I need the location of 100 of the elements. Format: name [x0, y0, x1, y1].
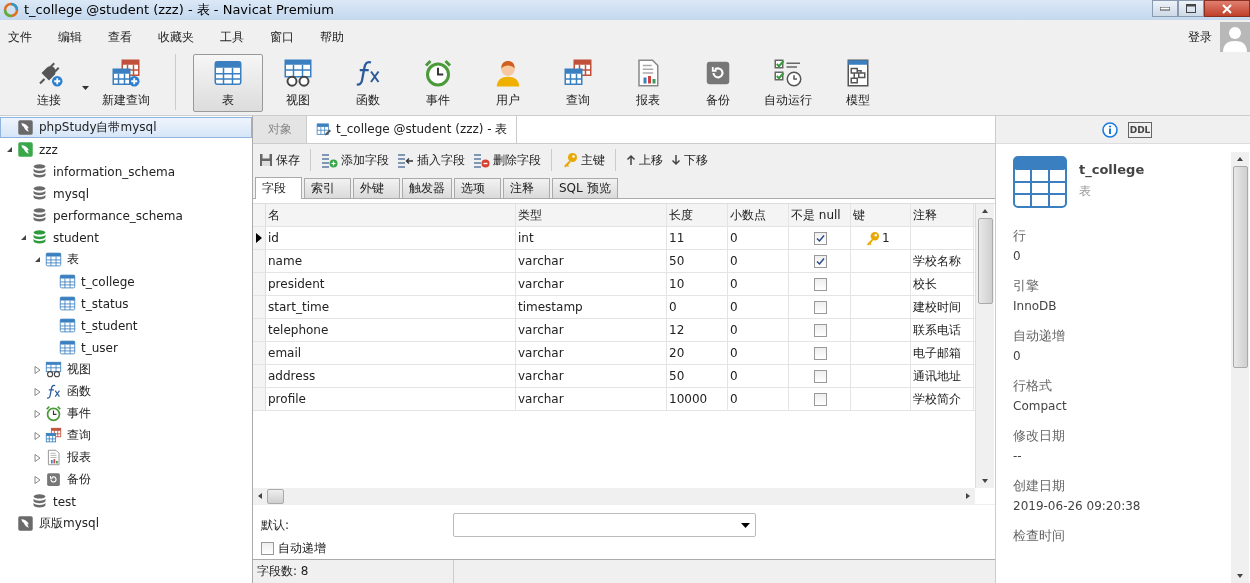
toolbar-button[interactable]: 主键	[562, 151, 605, 169]
document-tab[interactable]: t_college @student (zzz) - 表	[307, 116, 518, 143]
toolbar-button[interactable]: 添加字段	[321, 151, 389, 169]
tree-item[interactable]: phpStudy自带mysql	[0, 117, 252, 138]
toolbar-button[interactable]: 下移	[671, 151, 708, 169]
tree-item[interactable]: t_user	[42, 337, 252, 358]
tree-item[interactable]: 函数	[28, 381, 252, 402]
checkbox[interactable]	[814, 346, 827, 360]
tree-item[interactable]: information_schema	[14, 161, 252, 182]
checkbox[interactable]	[261, 542, 274, 555]
tree-item[interactable]: t_college	[42, 271, 252, 292]
column-header[interactable]: 键	[851, 204, 911, 226]
toolbar-button[interactable]: 自动运行	[753, 54, 823, 112]
toolbar-button[interactable]: 保存	[259, 151, 300, 169]
expand-arrow-icon[interactable]	[34, 453, 41, 462]
column-header[interactable]: 不是 null	[789, 204, 851, 226]
checkbox[interactable]	[814, 369, 827, 383]
collapse-arrow-icon[interactable]	[20, 234, 27, 241]
toolbar-button[interactable]: 用户	[473, 54, 543, 112]
tab[interactable]: 字段	[255, 177, 302, 199]
table-cell: 12	[667, 319, 728, 341]
tables-icon	[563, 57, 593, 88]
toolbar-button[interactable]: 查询	[543, 54, 613, 112]
table-cell: 0	[728, 273, 789, 295]
login-link[interactable]: 登录	[1188, 28, 1212, 46]
close-button[interactable]	[1204, 0, 1250, 17]
checkbox[interactable]	[814, 277, 827, 291]
menu-item[interactable]: 查看	[108, 28, 132, 46]
expand-arrow-icon[interactable]	[34, 409, 41, 418]
vertical-scrollbar[interactable]	[1231, 152, 1249, 583]
caret-icon[interactable]	[82, 86, 89, 90]
tab[interactable]: SQL 预览	[552, 178, 618, 198]
menu-item[interactable]: 编辑	[58, 28, 82, 46]
alarm-clock-icon	[45, 405, 62, 422]
tab[interactable]: 外键	[353, 178, 400, 198]
tree-item[interactable]: t_student	[42, 315, 252, 336]
horizontal-scrollbar[interactable]	[253, 488, 975, 504]
tree-item[interactable]: test	[14, 491, 252, 512]
maximize-button[interactable]	[1178, 0, 1204, 17]
toolbar-button[interactable]: 删除字段	[473, 151, 541, 169]
avatar-icon[interactable]	[1220, 22, 1250, 52]
tree-item[interactable]: 视图	[28, 359, 252, 380]
expand-arrow-icon[interactable]	[34, 475, 41, 484]
scroll-thumb[interactable]	[267, 488, 284, 504]
column-header[interactable]: 类型	[516, 204, 667, 226]
table-cell: 0	[728, 227, 789, 249]
tab[interactable]: 触发器	[402, 178, 452, 198]
scroll-thumb[interactable]	[977, 218, 993, 304]
ddl-tab[interactable]: DDL	[1127, 121, 1153, 138]
checkbox[interactable]	[814, 392, 827, 406]
row-header[interactable]	[253, 227, 266, 249]
column-header[interactable]: 注释	[911, 204, 974, 226]
checkbox[interactable]	[814, 231, 827, 245]
toolbar-button[interactable]: 连接	[14, 54, 84, 112]
checkbox[interactable]	[814, 300, 827, 314]
expand-arrow-icon[interactable]	[34, 431, 41, 440]
menu-item[interactable]: 收藏夹	[158, 28, 194, 46]
tree-item[interactable]: mysql	[14, 183, 252, 204]
toolbar-button[interactable]: 报表	[613, 54, 683, 112]
collapse-arrow-icon[interactable]	[6, 146, 13, 153]
table-cell: 20	[667, 342, 728, 364]
toolbar-button[interactable]: 视图	[263, 54, 333, 112]
column-header[interactable]: 小数点	[728, 204, 789, 226]
menu-item[interactable]: 窗口	[270, 28, 294, 46]
expand-arrow-icon[interactable]	[34, 387, 41, 396]
tree-item[interactable]: 事件	[28, 403, 252, 424]
toolbar-button[interactable]: 上移	[626, 151, 663, 169]
tree-item[interactable]: 备份	[28, 469, 252, 490]
tab[interactable]: 选项	[454, 178, 501, 198]
menu-item[interactable]: 工具	[220, 28, 244, 46]
default-dropdown[interactable]	[453, 513, 756, 537]
vertical-scrollbar[interactable]	[975, 204, 994, 488]
tree-item[interactable]: 原版mysql	[0, 513, 252, 534]
tree-item[interactable]: 查询	[28, 425, 252, 446]
toolbar-button[interactable]: 事件	[403, 54, 473, 112]
menu-item[interactable]: 帮助	[320, 28, 344, 46]
toolbar-button[interactable]: 表	[193, 54, 263, 112]
tree-item[interactable]: 表	[28, 249, 252, 270]
tree-item[interactable]: 报表	[28, 447, 252, 468]
toolbar-button[interactable]: 备份	[683, 54, 753, 112]
column-header[interactable]: 长度	[667, 204, 728, 226]
info-icon[interactable]	[1101, 121, 1118, 138]
scroll-thumb[interactable]	[1232, 166, 1248, 368]
tab[interactable]: 索引	[304, 178, 351, 198]
toolbar-button[interactable]: 插入字段	[397, 151, 465, 169]
expand-arrow-icon[interactable]	[34, 365, 41, 374]
tree-item[interactable]: zzz	[0, 139, 252, 160]
tab[interactable]: 注释	[503, 178, 550, 198]
tree-item[interactable]: performance_schema	[14, 205, 252, 226]
tree-item[interactable]: student	[14, 227, 252, 248]
column-header[interactable]: 名	[266, 204, 516, 226]
toolbar-button[interactable]: 新建查询	[91, 54, 161, 112]
toolbar-button[interactable]: 模型	[823, 54, 893, 112]
collapse-arrow-icon[interactable]	[34, 256, 41, 263]
checkbox[interactable]	[814, 323, 827, 337]
menu-item[interactable]: 文件	[8, 28, 32, 46]
toolbar-button[interactable]: 函数	[333, 54, 403, 112]
checkbox[interactable]	[814, 254, 827, 268]
tree-item[interactable]: t_status	[42, 293, 252, 314]
insert-field-icon	[397, 152, 414, 168]
